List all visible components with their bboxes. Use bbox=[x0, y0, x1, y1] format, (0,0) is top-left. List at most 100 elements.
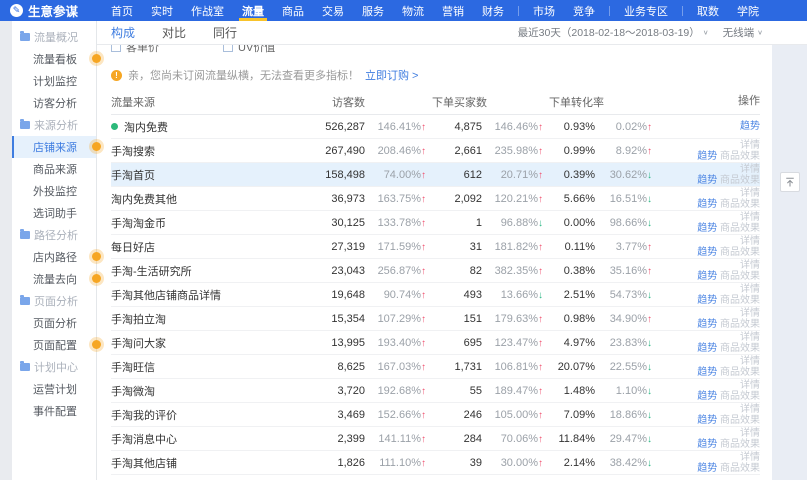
detail-link[interactable]: 详情 bbox=[740, 236, 760, 247]
trend-link[interactable]: 趋势 bbox=[697, 175, 717, 186]
detail-link[interactable]: 详情 bbox=[740, 308, 760, 319]
nav-item[interactable]: 竞争 bbox=[564, 0, 604, 21]
sidebar-item-14[interactable]: 页面配置 bbox=[12, 334, 96, 356]
nav-item[interactable]: 商品 bbox=[273, 0, 313, 21]
sidebar-item-3[interactable]: 访客分析 bbox=[12, 92, 96, 114]
traffic-source-table: 流量来源访客数下单买家数下单转化率操作淘内免费526,287146.41%↑4,… bbox=[97, 89, 772, 480]
trend-link[interactable]: 趋势 bbox=[697, 247, 717, 258]
nav-item[interactable]: 财务 bbox=[473, 0, 513, 21]
sidebar-item-16[interactable]: 运营计划 bbox=[12, 378, 96, 400]
metric-value: 0.11% bbox=[549, 241, 595, 253]
nav-item[interactable]: 市场 bbox=[524, 0, 564, 21]
detail-link[interactable]: 详情 bbox=[740, 188, 760, 199]
product-effect-link[interactable]: 商品效果 bbox=[720, 199, 760, 210]
date-range-select[interactable]: 最近30天（2018-02-18～2018-03-19） ∨ bbox=[518, 25, 709, 40]
trend-link[interactable]: 趋势 bbox=[697, 199, 717, 210]
nav-divider bbox=[682, 6, 683, 16]
detail-link[interactable]: 详情 bbox=[740, 284, 760, 295]
nav-item[interactable]: 物流 bbox=[393, 0, 433, 21]
product-effect-link[interactable]: 商品效果 bbox=[720, 463, 760, 474]
nav-item[interactable]: 服务 bbox=[353, 0, 393, 21]
nav-item[interactable]: 交易 bbox=[313, 0, 353, 21]
detail-link[interactable]: 详情 bbox=[740, 452, 760, 463]
sidebar-item-5[interactable]: 店铺来源 bbox=[12, 136, 96, 158]
metric-checkbox[interactable]: 客单价 bbox=[111, 45, 159, 55]
sidebar-item-2[interactable]: 计划监控 bbox=[12, 70, 96, 92]
trend-link[interactable]: 趋势 bbox=[697, 343, 717, 354]
trend-link[interactable]: 趋势 bbox=[697, 223, 717, 234]
sidebar-item-1[interactable]: 流量看板 bbox=[12, 48, 96, 70]
metric-checkbox[interactable]: UV价值 bbox=[223, 45, 275, 55]
detail-link[interactable]: 详情 bbox=[740, 356, 760, 367]
metric-value: 0.38% bbox=[549, 265, 595, 277]
metric-change: 22.55% bbox=[595, 361, 647, 373]
nav-item[interactable]: 首页 bbox=[102, 0, 142, 21]
ops-line: 详情 bbox=[658, 404, 760, 415]
detail-link[interactable]: 详情 bbox=[740, 260, 760, 271]
detail-link[interactable]: 详情 bbox=[740, 212, 760, 223]
detail-link[interactable]: 详情 bbox=[740, 140, 760, 151]
detail-link[interactable]: 详情 bbox=[740, 164, 760, 175]
nav-item[interactable]: 业务专区 bbox=[615, 0, 677, 21]
sidebar-item-6[interactable]: 商品来源 bbox=[12, 158, 96, 180]
nav-item[interactable]: 取数 bbox=[688, 0, 728, 21]
nav-item[interactable]: 流量 bbox=[233, 0, 273, 21]
product-effect-link[interactable]: 商品效果 bbox=[720, 295, 760, 306]
folder-icon bbox=[20, 121, 30, 129]
product-effect-link[interactable]: 商品效果 bbox=[720, 343, 760, 354]
nav-item[interactable]: 营销 bbox=[433, 0, 473, 21]
trend-link[interactable]: 趋势 bbox=[697, 367, 717, 378]
conversion-cell: 0.38%35.16%↑ bbox=[549, 265, 658, 277]
trend-link[interactable]: 趋势 bbox=[697, 439, 717, 450]
terminal-select[interactable]: 无线端 ∨ bbox=[723, 25, 763, 40]
trend-link[interactable]: 趋势 bbox=[740, 121, 760, 132]
trend-link[interactable]: 趋势 bbox=[697, 319, 717, 330]
trend-link[interactable]: 趋势 bbox=[697, 295, 717, 306]
detail-link[interactable]: 详情 bbox=[740, 404, 760, 415]
tab-同行[interactable]: 同行 bbox=[213, 24, 237, 41]
app-logo[interactable]: ✎ 生意参谋 bbox=[10, 1, 78, 20]
detail-link[interactable]: 详情 bbox=[740, 428, 760, 439]
trend-link[interactable]: 趋势 bbox=[697, 271, 717, 282]
product-effect-link[interactable]: 商品效果 bbox=[720, 175, 760, 186]
sidebar-item-13[interactable]: 页面分析 bbox=[12, 312, 96, 334]
ops-line: 趋势 商品效果 bbox=[658, 439, 760, 450]
sidebar-item-11[interactable]: 流量去向 bbox=[12, 268, 96, 290]
trend-link[interactable]: 趋势 bbox=[697, 391, 717, 402]
subscribe-link[interactable]: 立即订购 > bbox=[365, 67, 418, 83]
visitors-cell: 267,490208.46%↑ bbox=[305, 145, 432, 157]
buyers-cell: 31181.82%↑ bbox=[432, 241, 549, 253]
sidebar-item-8[interactable]: 选词助手 bbox=[12, 202, 96, 224]
detail-link[interactable]: 详情 bbox=[740, 332, 760, 343]
detail-link[interactable]: 详情 bbox=[740, 380, 760, 391]
product-effect-link[interactable]: 商品效果 bbox=[720, 223, 760, 234]
sidebar-item-7[interactable]: 外投监控 bbox=[12, 180, 96, 202]
trend-link[interactable]: 趋势 bbox=[697, 415, 717, 426]
back-to-top-button[interactable] bbox=[780, 172, 800, 192]
product-effect-link[interactable]: 商品效果 bbox=[720, 271, 760, 282]
nav-item[interactable]: 实时 bbox=[142, 0, 182, 21]
trend-link[interactable]: 趋势 bbox=[697, 151, 717, 162]
trend-link[interactable]: 趋势 bbox=[697, 463, 717, 474]
visitors-cell: 27,319171.59%↑ bbox=[305, 241, 432, 253]
arrow-up-icon: ↑ bbox=[421, 410, 432, 421]
sidebar-item-17[interactable]: 事件配置 bbox=[12, 400, 96, 422]
nav-item[interactable]: 作战室 bbox=[182, 0, 233, 21]
visitors-cell: 2,399141.11%↑ bbox=[305, 433, 432, 445]
metric-change: 235.98% bbox=[482, 145, 538, 157]
product-effect-link[interactable]: 商品效果 bbox=[720, 391, 760, 402]
product-effect-link[interactable]: 商品效果 bbox=[720, 151, 760, 162]
sidebar-section-label: 路径分析 bbox=[34, 227, 78, 243]
nav-item[interactable]: 学院 bbox=[728, 0, 768, 21]
product-effect-link[interactable]: 商品效果 bbox=[720, 439, 760, 450]
metric-value: 27,319 bbox=[305, 241, 365, 253]
tab-构成[interactable]: 构成 bbox=[111, 24, 135, 41]
product-effect-link[interactable]: 商品效果 bbox=[720, 247, 760, 258]
metric-checkbox-label: 客单价 bbox=[126, 45, 159, 55]
product-effect-link[interactable]: 商品效果 bbox=[720, 319, 760, 330]
arrow-up-icon: ↑ bbox=[647, 122, 658, 133]
sidebar-item-10[interactable]: 店内路径 bbox=[12, 246, 96, 268]
product-effect-link[interactable]: 商品效果 bbox=[720, 367, 760, 378]
tab-对比[interactable]: 对比 bbox=[162, 24, 186, 41]
product-effect-link[interactable]: 商品效果 bbox=[720, 415, 760, 426]
